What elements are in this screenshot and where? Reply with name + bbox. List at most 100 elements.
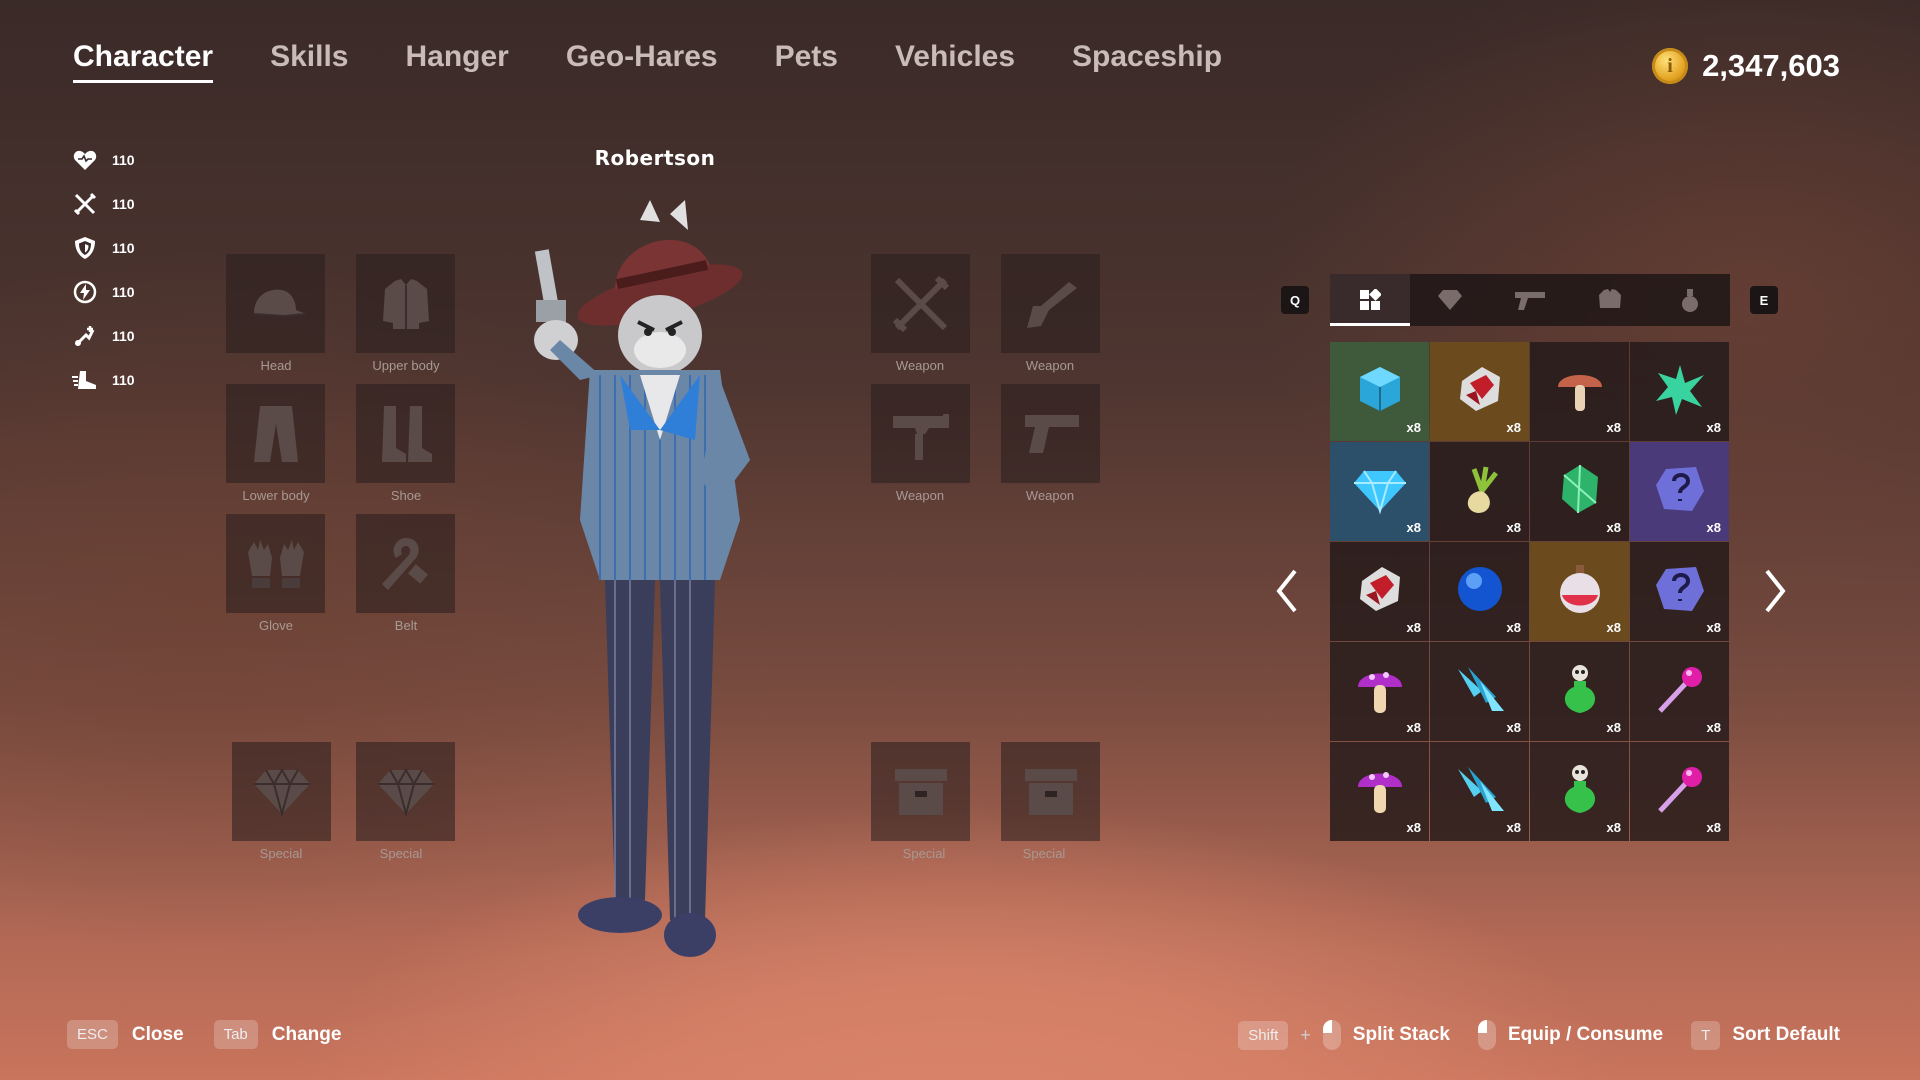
- inventory-slot[interactable]: x8: [1430, 342, 1529, 441]
- tab-skills[interactable]: Skills: [270, 40, 348, 83]
- item-quantity: x8: [1706, 520, 1721, 535]
- slot-upper-body[interactable]: [356, 254, 455, 353]
- gun-icon: [1515, 292, 1545, 310]
- t-key[interactable]: T: [1691, 1020, 1721, 1050]
- inventory-slot[interactable]: x8: [1630, 342, 1729, 441]
- diamond-icon: [253, 767, 310, 816]
- blue-cube-crystal-icon: [1352, 361, 1408, 422]
- esc-key[interactable]: ESC: [67, 1020, 118, 1049]
- tab-geo-hares[interactable]: Geo-Hares: [566, 40, 718, 83]
- inventory-slot[interactable]: x8: [1330, 442, 1429, 541]
- slot-weapon-4[interactable]: [1001, 384, 1100, 483]
- tab-pets[interactable]: Pets: [775, 40, 838, 83]
- inventory-slot[interactable]: x8: [1330, 642, 1429, 741]
- diamond-icon: [377, 767, 434, 816]
- tab-armor[interactable]: [1570, 274, 1650, 326]
- tab-weapons[interactable]: [1490, 274, 1570, 326]
- purple-mushroom-icon: [1352, 661, 1408, 722]
- magic-wand-icon: [1652, 761, 1708, 822]
- tab-potions[interactable]: [1650, 274, 1730, 326]
- inventory-slot[interactable]: x8: [1430, 742, 1529, 841]
- ice-crystal-icon: [1452, 661, 1508, 722]
- item-quantity: x8: [1406, 520, 1421, 535]
- stat-speed: 110: [72, 314, 135, 358]
- inventory-next-page[interactable]: [1760, 565, 1790, 617]
- slot-shoe[interactable]: [356, 384, 455, 483]
- change-hint[interactable]: Change: [272, 1024, 342, 1046]
- stat-value: 110: [112, 152, 135, 168]
- currency-amount: 2,347,603: [1702, 48, 1840, 83]
- inventory-slot[interactable]: x8: [1330, 742, 1429, 841]
- mouse-left-click-icon: [1322, 1020, 1341, 1050]
- item-quantity: x8: [1606, 820, 1621, 835]
- slot-label: Lower body: [242, 488, 310, 503]
- inventory-slot[interactable]: x8: [1430, 442, 1529, 541]
- slot-label: Weapon: [895, 358, 945, 373]
- prev-category-key[interactable]: Q: [1281, 286, 1309, 314]
- pants-icon: [253, 405, 298, 462]
- inventory-prev-page[interactable]: [1272, 565, 1302, 617]
- inventory-slot[interactable]: x8: [1630, 542, 1729, 641]
- tab-all-items[interactable]: [1330, 274, 1410, 326]
- shift-key: Shift: [1238, 1020, 1289, 1050]
- inventory-slot[interactable]: x8: [1630, 442, 1729, 541]
- slot-label: Weapon: [1025, 488, 1075, 503]
- item-quantity: x8: [1706, 620, 1721, 635]
- close-hint[interactable]: Close: [132, 1024, 184, 1046]
- slot-lower-body[interactable]: [226, 384, 325, 483]
- blue-diamond-icon: [1352, 461, 1408, 522]
- inventory-slot[interactable]: x8: [1430, 542, 1529, 641]
- item-quantity: x8: [1706, 820, 1721, 835]
- slot-weapon-1[interactable]: [871, 254, 970, 353]
- tab-character[interactable]: Character: [73, 40, 214, 83]
- slot-label: Glove: [259, 618, 293, 633]
- stats-panel: 110 110 110 110 110 110: [72, 138, 135, 402]
- tab-vehicles[interactable]: Vehicles: [895, 40, 1015, 83]
- slot-head[interactable]: [226, 254, 325, 353]
- sort-default-hint[interactable]: Sort Default: [1732, 1024, 1840, 1046]
- item-quantity: x8: [1406, 720, 1421, 735]
- potion-icon: [1682, 289, 1698, 312]
- crossed-swords-icon: [892, 275, 949, 332]
- inventory-slot[interactable]: x8: [1330, 542, 1429, 641]
- slot-belt[interactable]: [356, 514, 455, 613]
- tab-spaceship[interactable]: Spaceship: [1072, 40, 1222, 83]
- inventory-slot[interactable]: x8: [1530, 342, 1629, 441]
- slot-special-2[interactable]: [356, 742, 455, 841]
- inventory-slot[interactable]: x8: [1530, 542, 1629, 641]
- red-ore-icon: [1452, 361, 1508, 422]
- next-category-key[interactable]: E: [1750, 286, 1778, 314]
- heart-icon: [72, 147, 98, 173]
- boot-dash-icon: [72, 367, 98, 393]
- box-icon: [894, 768, 947, 815]
- revolver-icon: [1026, 281, 1077, 328]
- tab-key[interactable]: Tab: [213, 1020, 258, 1049]
- item-quantity: x8: [1606, 520, 1621, 535]
- slot-label: Special: [1022, 846, 1066, 861]
- inventory-slot[interactable]: x8: [1330, 342, 1429, 441]
- tab-hanger[interactable]: Hanger: [405, 40, 508, 83]
- box-icon: [1024, 768, 1077, 815]
- slot-special-4[interactable]: [1001, 742, 1100, 841]
- currency-display: i 2,347,603: [1652, 48, 1840, 84]
- slot-glove[interactable]: [226, 514, 325, 613]
- boots-icon: [381, 405, 432, 462]
- inventory-slot[interactable]: x8: [1630, 642, 1729, 741]
- equip-consume-hint: Equip / Consume: [1507, 1024, 1664, 1045]
- slot-weapon-2[interactable]: [1001, 254, 1100, 353]
- stat-energy: 110: [72, 270, 135, 314]
- inventory-slot[interactable]: x8: [1630, 742, 1729, 841]
- slot-special-1[interactable]: [232, 742, 331, 841]
- inventory-slot[interactable]: x8: [1530, 642, 1629, 741]
- item-quantity: x8: [1606, 720, 1621, 735]
- inventory-slot[interactable]: x8: [1530, 442, 1629, 541]
- stat-health: 110: [72, 138, 135, 182]
- inventory-slot[interactable]: x8: [1530, 742, 1629, 841]
- mouse-left-click-icon: [1477, 1020, 1496, 1050]
- slot-label: Special: [902, 846, 946, 861]
- slot-special-3[interactable]: [871, 742, 970, 841]
- slot-weapon-3[interactable]: [871, 384, 970, 483]
- tab-gems[interactable]: [1410, 274, 1490, 326]
- red-potion-icon: [1552, 561, 1608, 622]
- inventory-slot[interactable]: x8: [1430, 642, 1529, 741]
